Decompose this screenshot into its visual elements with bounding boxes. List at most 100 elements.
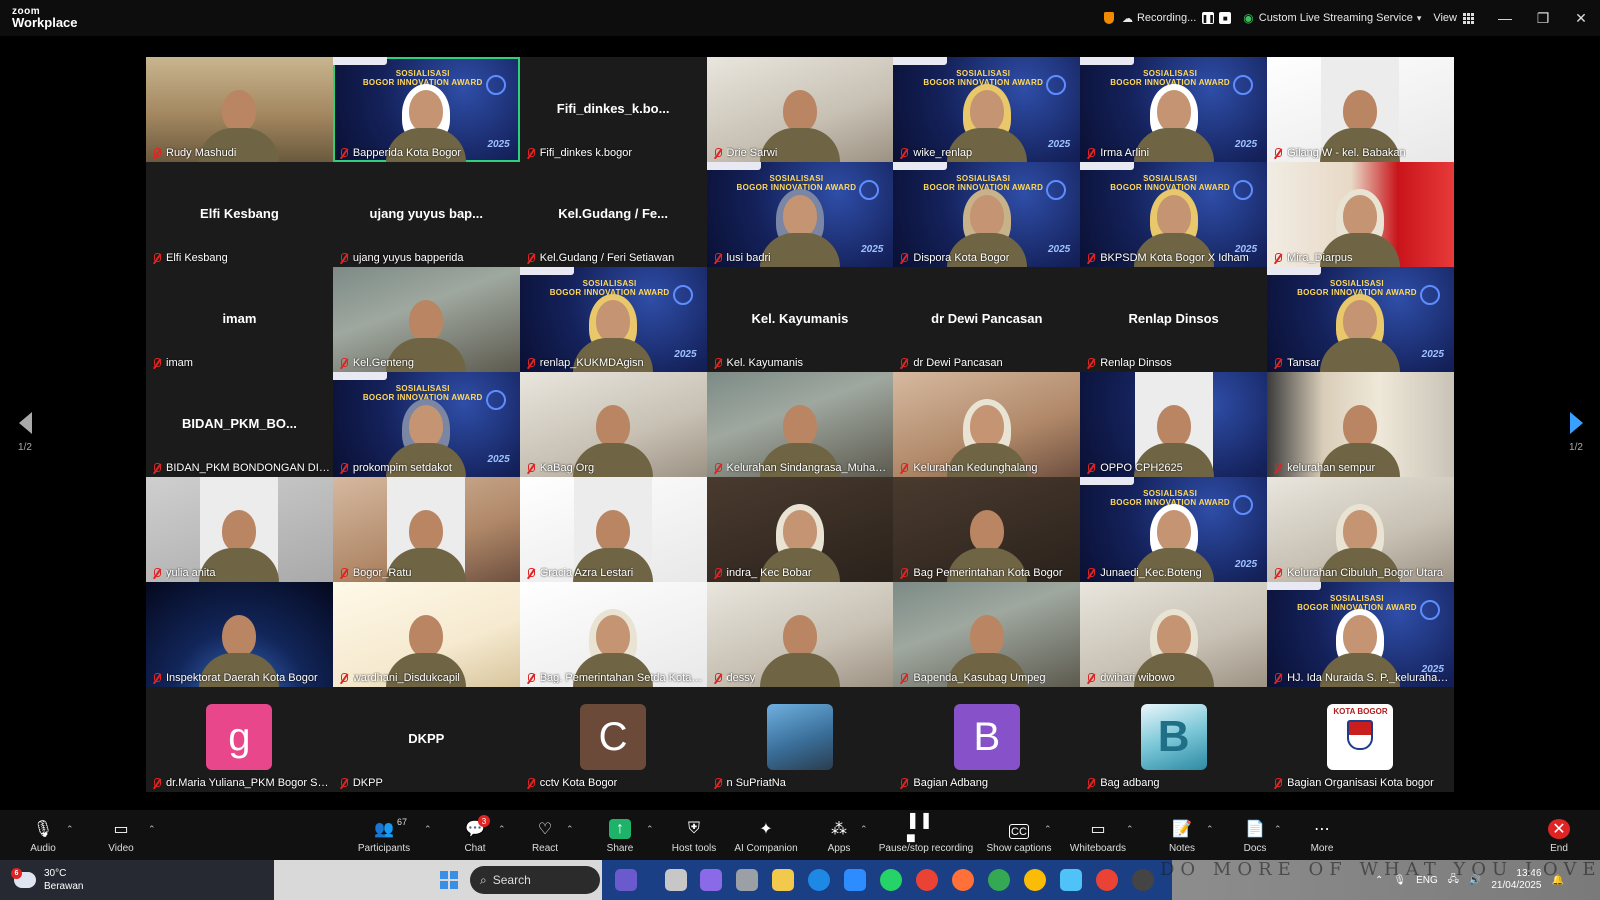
participant-tile[interactable]: SOSIALISASI BOGOR INNOVATION AWARD 2025 Dis…	[893, 162, 1081, 267]
participant-tile[interactable]: ujang yuyus bap... ujang yuyus bapperida	[332, 162, 520, 267]
participant-tile[interactable]: SOSIALISASI BOGOR INNOVATION AWARD 2025 wik…	[893, 57, 1081, 162]
share-button[interactable]: ↑ Share	[605, 810, 635, 860]
whiteboards-button[interactable]: ▭ Whiteboards	[1068, 810, 1128, 860]
participant-tile[interactable]: Inspektorat Daerah Kota Bogor	[146, 582, 333, 687]
participant-tile[interactable]: SOSIALISASI BOGOR INNOVATION AWARD 2025 ren…	[519, 267, 707, 372]
previous-page-button[interactable]: 1/2	[15, 412, 35, 453]
copilot-icon[interactable]	[700, 869, 722, 891]
participant-tile[interactable]: BIDAN_PKM_BO... BIDAN_PKM BONDONGAN DINK.…	[146, 372, 333, 477]
participant-tile[interactable]: B Bag adbang	[1080, 687, 1268, 792]
volume-icon[interactable]: 🔊	[1469, 875, 1481, 886]
clock[interactable]: 13:46 21/04/2025	[1491, 868, 1541, 892]
file-explorer-icon[interactable]	[772, 869, 794, 891]
participant-tile[interactable]: KaBag Org	[519, 372, 707, 477]
minimize-button[interactable]: —	[1486, 10, 1524, 26]
apps-caret[interactable]: ⌃	[860, 824, 868, 835]
participants-caret[interactable]: ⌃	[424, 824, 432, 835]
participant-tile[interactable]: Bapenda_Kasubag Umpeg	[893, 582, 1081, 687]
participant-tile[interactable]: SOSIALISASI BOGOR INNOVATION AWARD 2025 Bap…	[332, 57, 520, 162]
view-menu[interactable]: View	[1433, 12, 1474, 24]
pause-stop-recording-button[interactable]: ❚❚ ■ Pause/stop recording	[877, 810, 975, 860]
firefox-icon[interactable]	[952, 869, 974, 891]
react-button[interactable]: ♡ React	[530, 810, 560, 860]
next-page-button[interactable]: 1/2	[1566, 412, 1586, 453]
participant-tile[interactable]: indra_ Kec Bobar	[706, 477, 894, 582]
close-window-button[interactable]: ✕	[1562, 10, 1600, 27]
chat-caret[interactable]: ⌃	[498, 824, 506, 835]
whiteboards-caret[interactable]: ⌃	[1126, 824, 1134, 835]
react-caret[interactable]: ⌃	[566, 824, 574, 835]
participant-tile[interactable]: Kel.Gudang / Fe... Kel.Gudang / Feri Seti…	[519, 162, 707, 267]
participant-tile[interactable]: Gracia Azra Lestari	[519, 477, 707, 582]
participant-tile[interactable]: SOSIALISASI BOGOR INNOVATION AWARD 2025 BKP…	[1080, 162, 1268, 267]
participant-tile[interactable]: SOSIALISASI BOGOR INNOVATION AWARD 2025 lus…	[706, 162, 894, 267]
language-indicator[interactable]: ENG	[1416, 875, 1438, 886]
chrome-icon[interactable]	[916, 869, 938, 891]
participant-tile[interactable]: Rudy Mashudi	[146, 57, 333, 162]
participant-tile[interactable]: dwihari wibowo	[1080, 582, 1268, 687]
end-button[interactable]: ✕ End	[1544, 810, 1574, 860]
chrome-profile-2-icon[interactable]	[1024, 869, 1046, 891]
participant-tile[interactable]: SOSIALISASI BOGOR INNOVATION AWARD 2025 pro…	[332, 372, 520, 477]
participant-tile[interactable]: Drie Sarwi	[706, 57, 894, 162]
ai-companion-button[interactable]: ✦ AI Companion	[733, 810, 799, 860]
whatsapp-icon[interactable]	[880, 869, 902, 891]
stop-recording-icon[interactable]: ■	[1219, 12, 1232, 24]
chrome-profile-icon[interactable]	[988, 869, 1010, 891]
host-tools-button[interactable]: ⛨ Host tools	[670, 810, 718, 860]
pinned-app-icon[interactable]	[736, 869, 758, 891]
participant-tile[interactable]: Kel.Genteng	[332, 267, 520, 372]
start-button[interactable]	[440, 871, 458, 889]
participant-tile[interactable]: Kel. Kayumanis Kel. Kayumanis	[706, 267, 894, 372]
chevron-up-icon[interactable]: ⌃	[1375, 875, 1383, 886]
notepad-icon[interactable]	[1060, 869, 1082, 891]
more-button[interactable]: ⋯ More	[1307, 810, 1337, 860]
video-button[interactable]: ▭ Video	[106, 810, 136, 860]
participant-tile[interactable]: SOSIALISASI BOGOR INNOVATION AWARD 2025 Tan…	[1267, 267, 1454, 372]
participant-tile[interactable]: Kelurahan Kedunghalang	[893, 372, 1081, 477]
participant-tile[interactable]: Bag Pemerintahan Kota Bogor	[893, 477, 1081, 582]
participant-tile[interactable]: Renlap Dinsos Renlap Dinsos	[1080, 267, 1268, 372]
desktop-app-icon[interactable]	[665, 869, 687, 891]
weather-widget[interactable]: 6 30°C Berawan	[0, 860, 274, 900]
participant-tile[interactable]: kelurahan sempur	[1267, 372, 1454, 477]
participant-tile[interactable]: SOSIALISASI BOGOR INNOVATION AWARD 2025 Jun…	[1080, 477, 1268, 582]
chat-button[interactable]: 💬 3 Chat	[460, 810, 490, 860]
participant-tile[interactable]: Kelurahan Cibuluh_Bogor Utara	[1267, 477, 1454, 582]
participant-tile[interactable]: Mira_Diarpus	[1267, 162, 1454, 267]
participant-tile[interactable]: Fifi_dinkes_k.bo... Fifi_dinkes k.bogor	[519, 57, 707, 162]
participant-tile[interactable]: imam imam	[146, 267, 333, 372]
live-streaming-menu[interactable]: ◉ Custom Live Streaming Service ▾	[1243, 11, 1421, 25]
participant-tile[interactable]: dessy	[706, 582, 894, 687]
video-options-caret[interactable]: ⌃	[148, 824, 156, 835]
audio-options-caret[interactable]: ⌃	[66, 824, 74, 835]
notes-caret[interactable]: ⌃	[1206, 824, 1214, 835]
share-caret[interactable]: ⌃	[646, 824, 654, 835]
notes-button[interactable]: 📝 Notes	[1167, 810, 1197, 860]
audio-button[interactable]: 🎙 Audio	[28, 810, 58, 860]
show-captions-button[interactable]: CC Show captions	[985, 810, 1053, 860]
participant-tile[interactable]: wardhani_Disdukcapil	[332, 582, 520, 687]
participant-tile[interactable]: yulia anita	[146, 477, 333, 582]
participant-tile[interactable]: Elfi Kesbang Elfi Kesbang	[146, 162, 333, 267]
microphone-tray-icon[interactable]: 🎙	[1393, 875, 1406, 886]
participant-tile[interactable]: Gilang W - kel. Babakan	[1267, 57, 1454, 162]
participant-tile[interactable]: SOSIALISASI BOGOR INNOVATION AWARD 2025 HJ.…	[1267, 582, 1454, 687]
notification-icon[interactable]: 🔔	[1551, 875, 1563, 886]
docs-caret[interactable]: ⌃	[1274, 824, 1282, 835]
participant-tile[interactable]: Bogor_Ratu	[332, 477, 520, 582]
participant-tile[interactable]: Ccctv Kota Bogor	[519, 687, 707, 792]
restore-button[interactable]: ❐	[1524, 10, 1562, 27]
apps-button[interactable]: ⁂ Apps	[824, 810, 854, 860]
participant-tile[interactable]: Bag. Pemerintahan Setda Kota B...	[519, 582, 707, 687]
participant-tile[interactable]: B Bagian Adbang	[893, 687, 1081, 792]
participant-tile[interactable]: dr Dewi Pancasan dr Dewi Pancasan	[893, 267, 1081, 372]
zoom-app-icon[interactable]	[844, 869, 866, 891]
participants-button[interactable]: 👥 67 Participants	[356, 810, 412, 860]
pause-recording-icon[interactable]: ❚❚	[1202, 12, 1215, 24]
chrome-profile-3-icon[interactable]	[1096, 869, 1118, 891]
edge-icon[interactable]	[808, 869, 830, 891]
participant-tile[interactable]: KOTA BOGOR Bagian Organisasi Kota bogor	[1267, 687, 1454, 792]
participant-tile[interactable]: OPPO CPH2625	[1080, 372, 1268, 477]
task-view-icon[interactable]	[615, 869, 637, 891]
